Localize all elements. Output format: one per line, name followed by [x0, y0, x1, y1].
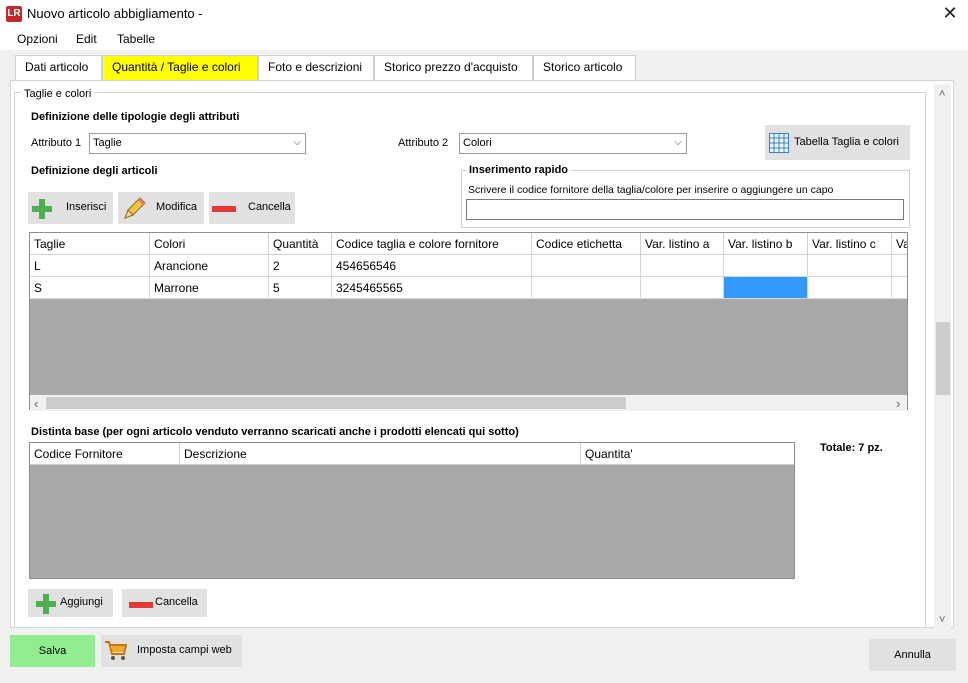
table-cell[interactable] [641, 277, 724, 299]
table-cell[interactable]: Arancione [150, 255, 269, 277]
articles-definition-title: Definizione degli articoli [31, 165, 158, 177]
table-cell[interactable]: L [30, 255, 150, 277]
scroll-right-icon[interactable]: › [896, 396, 900, 411]
menu-tabelle[interactable]: Tabelle [117, 32, 155, 46]
col-header-quantita[interactable]: Quantità [269, 233, 332, 255]
quick-insert-title: Inserimento rapido [466, 164, 572, 176]
delete-label: Cancella [248, 201, 291, 213]
plus-icon [31, 198, 53, 220]
horizontal-scroll-thumb[interactable] [46, 397, 626, 409]
scroll-left-icon[interactable]: ‹ [34, 396, 38, 411]
tab-storico-prezzo[interactable]: Storico prezzo d'acquisto [374, 55, 533, 80]
table-cell[interactable] [808, 255, 892, 277]
table-cell[interactable]: 454656546 [332, 255, 532, 277]
col-header-colori[interactable]: Colori [150, 233, 269, 255]
selected-table-cell[interactable] [724, 277, 808, 299]
attribute2-select[interactable]: Colori ⌵ [459, 133, 687, 154]
tab-foto-descrizioni[interactable]: Foto e descrizioni [258, 55, 374, 80]
col-header-codice-fornitore[interactable]: Codice taglia e colore fornitore [332, 233, 532, 255]
menu-edit[interactable]: Edit [76, 32, 97, 46]
col-header-var-listino-c[interactable]: Var. listino c [808, 233, 892, 255]
attribute2-label: Attributo 2 [398, 137, 449, 149]
table-cell[interactable]: Marrone [150, 277, 269, 299]
attribute1-value: Taglie [93, 137, 122, 149]
bom-table[interactable]: Codice Fornitore Descrizione Quantita' [29, 442, 795, 579]
attribute1-select[interactable]: Taglie ⌵ [89, 133, 306, 154]
menu-opzioni[interactable]: Opzioni [17, 32, 58, 46]
table-cell[interactable]: S [30, 277, 150, 299]
table-cell[interactable] [532, 255, 641, 277]
table-cell[interactable]: 5 [269, 277, 332, 299]
app-logo-icon: LR [6, 6, 22, 22]
tab-quantita-taglie-colori[interactable]: Quantità / Taglie e colori [102, 55, 258, 80]
save-button[interactable]: Salva [10, 635, 95, 667]
plus-icon [35, 593, 57, 615]
shopping-cart-icon [104, 640, 128, 662]
bom-total: Totale: 7 pz. [820, 442, 883, 454]
attribute1-label: Attributo 1 [31, 137, 82, 149]
insert-label: Inserisci [66, 201, 107, 213]
scroll-up-icon[interactable]: ˄ [939, 88, 945, 100]
group-title: Taglie e colori [21, 88, 95, 100]
tab-storico-articolo[interactable]: Storico articolo [533, 55, 636, 80]
attribute2-value: Colori [463, 137, 492, 149]
bom-delete-label: Cancella [155, 596, 198, 608]
table-cell[interactable]: 3245465565 [332, 277, 532, 299]
edit-label: Modifica [156, 201, 197, 213]
table-cell[interactable] [641, 255, 724, 277]
quick-insert-input[interactable] [466, 199, 904, 220]
col-header-var-listino-a[interactable]: Var. listino a [641, 233, 724, 255]
scroll-down-icon[interactable]: ˅ [939, 614, 945, 626]
table-cell[interactable] [892, 277, 907, 299]
minus-icon [212, 206, 236, 212]
col-header-codice-etichetta[interactable]: Codice etichetta [532, 233, 641, 255]
cancel-button[interactable]: Annulla [869, 639, 956, 671]
attributes-definition-title: Definizione delle tipologie degli attrib… [31, 111, 240, 123]
table-grid-icon [769, 133, 789, 153]
table-cell[interactable] [892, 255, 907, 277]
chevron-down-icon: ⌵ [674, 137, 682, 148]
articles-table[interactable]: Taglie Colori Quantità Codice taglia e c… [29, 232, 908, 410]
col-header-descrizione[interactable]: Descrizione [180, 443, 581, 465]
chevron-down-icon: ⌵ [293, 137, 301, 148]
col-header-var-listino-b[interactable]: Var. listino b [724, 233, 808, 255]
col-header-codice-fornitore[interactable]: Codice Fornitore [30, 443, 180, 465]
col-header-taglie[interactable]: Taglie [30, 233, 150, 255]
tab-dati-articolo[interactable]: Dati articolo [15, 55, 102, 80]
col-header-quantita[interactable]: Quantita' [581, 443, 794, 465]
close-icon[interactable]: ✕ [932, 0, 968, 28]
col-header-var-listino-d[interactable]: Va [892, 233, 907, 255]
table-cell[interactable] [532, 277, 641, 299]
bom-title: Distinta base (per ogni articolo venduto… [31, 426, 519, 438]
add-label: Aggiungi [60, 596, 103, 608]
web-fields-label: Imposta campi web [137, 644, 232, 656]
table-cell[interactable]: 2 [269, 255, 332, 277]
table-cell[interactable] [724, 255, 808, 277]
vertical-scroll-thumb[interactable] [936, 322, 950, 395]
pencil-icon [120, 195, 148, 223]
size-color-table-label: Tabella Taglia e colori [794, 136, 899, 148]
minus-icon [129, 602, 153, 608]
window-title: Nuovo articolo abbigliamento - [27, 6, 203, 21]
table-cell[interactable] [808, 277, 892, 299]
quick-insert-hint: Scrivere il codice fornitore della tagli… [468, 184, 834, 196]
